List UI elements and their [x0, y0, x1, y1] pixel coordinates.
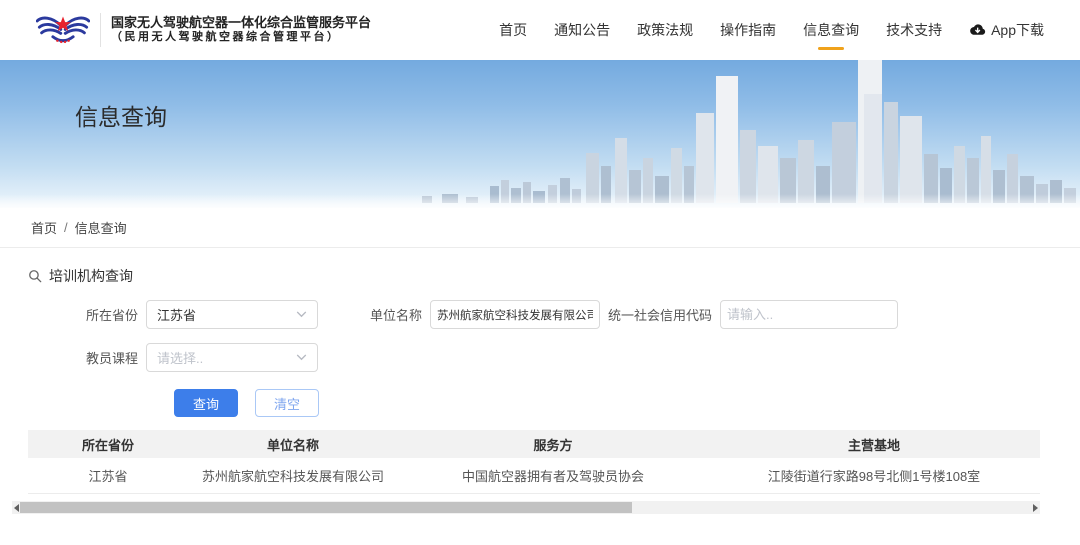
cloud-download-icon: [970, 24, 986, 35]
clear-button[interactable]: 清空: [255, 389, 320, 417]
breadcrumb-current: 信息查询: [74, 221, 127, 236]
province-label: 所在省份: [85, 308, 138, 323]
nav-item-notices[interactable]: 通知公告: [554, 14, 610, 46]
horizontal-scrollbar[interactable]: [12, 500, 1040, 514]
credit-code-input[interactable]: [720, 300, 899, 329]
unit-name-input[interactable]: [430, 300, 601, 329]
nav-item-policies[interactable]: 政策法规: [637, 14, 693, 46]
section-title-row: 培训机构查询: [28, 266, 1052, 286]
form-row-1: 所在省份 江苏省 单位名称 统一社会信用代码: [28, 300, 1052, 329]
table-row[interactable]: 江苏省 苏州航家航空科技发展有限公司 中国航空器拥有者及驾驶员协会 江陵街道行家…: [28, 458, 1040, 494]
cell-service: 中国航空器拥有者及驾驶员协会: [398, 458, 708, 494]
form-row-2: 教员课程 请选择..: [28, 343, 1052, 372]
nav-item-guides[interactable]: 操作指南: [720, 14, 776, 46]
province-select-value: 江苏省: [157, 308, 197, 323]
scrollbar-thumb[interactable]: [20, 501, 632, 513]
nav-item-support[interactable]: 技术支持: [886, 14, 942, 46]
cell-base: 江陵街道行家路98号北侧1号楼108室: [708, 458, 1040, 494]
breadcrumb: 首页 / 信息查询: [0, 208, 1080, 248]
nav-item-home[interactable]: 首页: [499, 14, 527, 46]
platform-title: 国家无人驾驶航空器一体化综合监管服务平台: [111, 15, 372, 30]
cell-province: 江苏省: [28, 458, 188, 494]
section-title: 培训机构查询: [49, 268, 133, 284]
city-skyline-illustration: [422, 60, 1076, 203]
province-select[interactable]: 江苏省: [146, 300, 318, 329]
page-title: 信息查询: [75, 104, 167, 130]
query-section: 培训机构查询 所在省份 江苏省 单位名称 统一社会信用代码 教员课程 请选择..…: [0, 266, 1080, 514]
col-header-unit: 单位名称: [188, 430, 398, 458]
top-header: 国家无人驾驶航空器一体化综合监管服务平台 （民用无人驾驶航空器综合管理平台） 首…: [0, 0, 1080, 60]
platform-logo: 国家无人驾驶航空器一体化综合监管服务平台 （民用无人驾驶航空器综合管理平台）: [36, 9, 371, 51]
course-label: 教员课程: [85, 351, 138, 366]
form-actions: 查询 清空: [174, 389, 1052, 417]
caac-wings-icon: [36, 16, 90, 44]
logo-divider: [100, 13, 101, 47]
course-select[interactable]: 请选择..: [146, 343, 318, 372]
results-table: 所在省份 单位名称 服务方 主营基地 江苏省 苏州航家航空科技发展有限公司 中国…: [28, 430, 1040, 494]
chevron-down-icon: [296, 311, 307, 318]
main-navigation: 首页 通知公告 政策法规 操作指南 信息查询 技术支持 App下载: [499, 14, 1044, 46]
course-select-placeholder: 请选择..: [157, 351, 204, 366]
hero-banner: 信息查询: [0, 60, 1080, 208]
scroll-right-arrow-icon[interactable]: [1033, 503, 1038, 512]
hero-horizon-fade: [0, 194, 1080, 208]
col-header-service: 服务方: [398, 430, 708, 458]
cell-unit: 苏州航家航空科技发展有限公司: [188, 458, 398, 494]
search-button[interactable]: 查询: [174, 389, 239, 417]
search-icon: [29, 270, 42, 283]
breadcrumb-home[interactable]: 首页: [31, 218, 57, 237]
scroll-left-arrow-icon[interactable]: [14, 503, 19, 512]
credit-code-label: 统一社会信用代码: [608, 308, 713, 323]
nav-item-info-query[interactable]: 信息查询: [803, 14, 859, 46]
table-header-row: 所在省份 单位名称 服务方 主营基地: [28, 430, 1040, 458]
col-header-base: 主营基地: [708, 430, 1040, 458]
platform-subtitle: （民用无人驾驶航空器综合管理平台）: [111, 31, 341, 44]
nav-item-app-download[interactable]: App下载: [969, 14, 1044, 46]
chevron-down-icon: [296, 354, 307, 361]
col-header-province: 所在省份: [28, 430, 188, 458]
nav-item-label: App下载: [991, 22, 1044, 38]
breadcrumb-separator: /: [64, 220, 68, 235]
unit-name-label: 单位名称: [370, 308, 423, 323]
